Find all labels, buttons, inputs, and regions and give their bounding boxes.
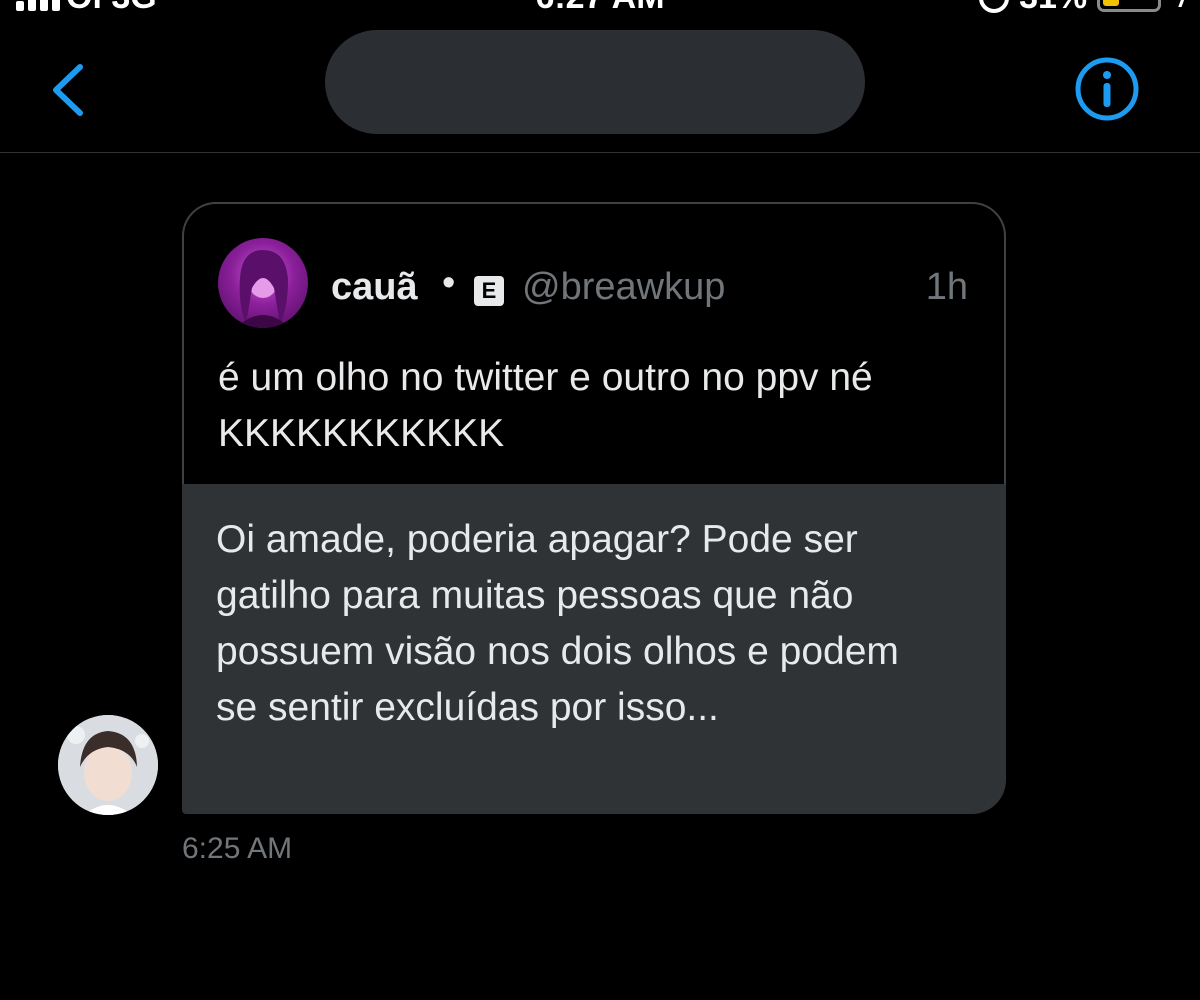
battery-percent: 31% <box>1019 0 1087 16</box>
orientation-lock-icon <box>979 0 1010 13</box>
redacted-subtitle: — — — — — <box>520 128 680 138</box>
quoted-tweet-name: cauã <box>331 266 418 308</box>
name-separator: • <box>442 262 456 304</box>
quoted-tweet-avatar[interactable] <box>218 238 308 328</box>
status-bar: Oi 3G 6:27 AM 31% ϟ <box>0 0 1200 16</box>
battery-fill <box>1103 0 1120 6</box>
info-circle-icon <box>1075 57 1139 121</box>
quoted-tweet-card[interactable]: cauã • E @breawkup 1h é um olho no twitt… <box>182 202 1006 484</box>
battery-icon <box>1097 0 1162 12</box>
avatar[interactable] <box>58 715 158 815</box>
quoted-tweet-time: 1h <box>925 266 968 308</box>
message-bubble[interactable]: cauã • E @breawkup 1h é um olho no twitt… <box>182 202 1006 814</box>
avatar-photo <box>58 715 158 815</box>
quoted-avatar-photo <box>236 250 290 328</box>
badge-icon: E <box>474 276 504 306</box>
message-text: Oi amade, poderia apagar? Pode ser gatil… <box>216 518 899 729</box>
message-timestamp: 6:25 AM <box>182 832 293 865</box>
status-right-group: 31% ϟ <box>979 0 1186 16</box>
back-button[interactable] <box>42 60 92 120</box>
info-button[interactable] <box>1074 56 1140 122</box>
quoted-tweet-text: é um olho no twitter e outro no ppv né K… <box>218 356 873 455</box>
quoted-tweet-handle: @breawkup <box>522 266 726 308</box>
conversation-header: — — — — — <box>0 16 1200 153</box>
chevron-left-icon <box>53 64 83 116</box>
charging-icon: ϟ <box>1171 0 1186 14</box>
redacted-conversation-title[interactable] <box>325 30 865 134</box>
